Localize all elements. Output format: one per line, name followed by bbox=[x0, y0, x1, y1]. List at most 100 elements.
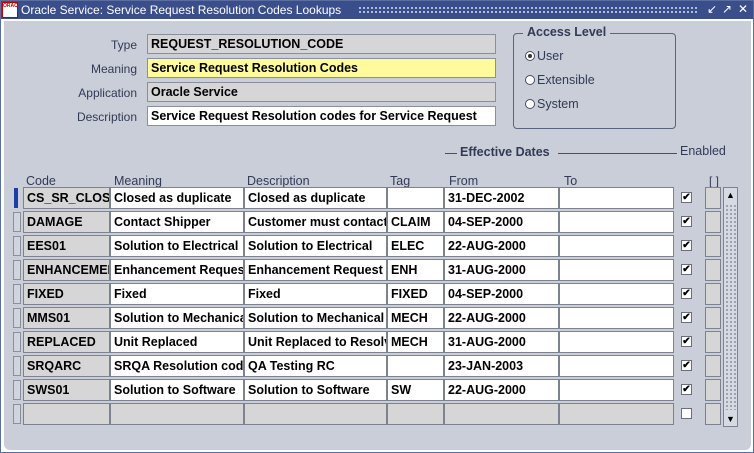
descriptive-flexfield[interactable] bbox=[705, 355, 721, 377]
tag-cell[interactable] bbox=[387, 403, 444, 425]
from-cell[interactable]: 23-JAN-2003 bbox=[444, 355, 559, 377]
meaning-cell[interactable]: Solution to Mechanical bbox=[110, 307, 244, 329]
to-cell[interactable] bbox=[559, 283, 674, 305]
minimize-icon[interactable]: ↙ bbox=[705, 2, 719, 17]
from-cell[interactable]: 04-SEP-2000 bbox=[444, 211, 559, 233]
meaning-cell[interactable] bbox=[110, 403, 244, 425]
code-cell[interactable]: SRQARC bbox=[23, 355, 110, 377]
code-cell[interactable]: FIXED bbox=[23, 283, 110, 305]
description-cell[interactable]: Solution to Electrical bbox=[244, 235, 387, 257]
meaning-cell[interactable]: Closed as duplicate bbox=[110, 187, 244, 209]
description-cell[interactable]: Solution to Mechanical bbox=[244, 307, 387, 329]
tag-cell[interactable]: CLAIM bbox=[387, 211, 444, 233]
meaning-cell[interactable]: Solution to Software bbox=[110, 379, 244, 401]
meaning-cell[interactable]: Contact Shipper bbox=[110, 211, 244, 233]
table-row[interactable]: CS_SR_CLOSEDClosed as duplicateClosed as… bbox=[4, 187, 744, 209]
table-row[interactable]: SWS01 Solution to Software Solution to Sof… bbox=[4, 379, 744, 401]
scroll-thumb[interactable] bbox=[725, 204, 736, 410]
to-cell[interactable] bbox=[559, 235, 674, 257]
description-cell[interactable]: Enhancement Request bbox=[244, 259, 387, 281]
descriptive-flexfield[interactable] bbox=[705, 283, 721, 305]
descriptive-flexfield[interactable] bbox=[705, 403, 721, 425]
row-selector[interactable] bbox=[14, 188, 18, 208]
descriptive-flexfield[interactable] bbox=[705, 379, 721, 401]
from-cell[interactable]: 04-SEP-2000 bbox=[444, 283, 559, 305]
application-field[interactable]: Oracle Service bbox=[147, 82, 496, 102]
row-selector[interactable] bbox=[13, 308, 21, 328]
tag-cell[interactable]: ENH bbox=[387, 259, 444, 281]
to-cell[interactable] bbox=[559, 331, 674, 353]
description-cell[interactable]: Customer must contact shipper bbox=[244, 211, 387, 233]
description-cell[interactable]: QA Testing RC bbox=[244, 355, 387, 377]
row-selector[interactable] bbox=[13, 212, 21, 232]
enabled-checkbox[interactable] bbox=[681, 408, 692, 419]
table-row[interactable]: FIXED Fixed Fixed FIXED 04-SEP-2000 ✔ bbox=[4, 283, 744, 305]
from-cell[interactable]: 22-AUG-2000 bbox=[444, 235, 559, 257]
meaning-cell[interactable]: Solution to Electrical bbox=[110, 235, 244, 257]
tag-cell[interactable]: MECH bbox=[387, 331, 444, 353]
table-row[interactable] bbox=[4, 403, 744, 425]
enabled-checkbox[interactable]: ✔ bbox=[681, 336, 692, 347]
enabled-checkbox[interactable]: ✔ bbox=[681, 216, 692, 227]
enabled-checkbox[interactable]: ✔ bbox=[681, 360, 692, 371]
description-cell[interactable]: Unit Replaced to Resolve bbox=[244, 331, 387, 353]
descriptive-flexfield[interactable] bbox=[705, 307, 721, 329]
code-cell[interactable] bbox=[23, 403, 110, 425]
row-selector[interactable] bbox=[13, 332, 21, 352]
to-cell[interactable] bbox=[559, 211, 674, 233]
to-cell[interactable] bbox=[559, 355, 674, 377]
tag-cell[interactable]: FIXED bbox=[387, 283, 444, 305]
to-cell[interactable] bbox=[559, 379, 674, 401]
table-row[interactable]: MMS01 Solution to Mechanical Solution to M… bbox=[4, 307, 744, 329]
tag-cell[interactable]: SW bbox=[387, 379, 444, 401]
tag-cell[interactable] bbox=[387, 355, 444, 377]
access-user-radio[interactable]: User bbox=[525, 49, 563, 65]
access-extensible-radio[interactable]: Extensible bbox=[525, 73, 595, 89]
description-cell[interactable] bbox=[244, 403, 387, 425]
code-cell[interactable]: ENHANCEMENT bbox=[23, 259, 110, 281]
table-row[interactable]: DAMAGE Contact Shipper Customer must conta… bbox=[4, 211, 744, 233]
from-cell[interactable]: 22-AUG-2000 bbox=[444, 379, 559, 401]
type-field[interactable]: REQUEST_RESOLUTION_CODE bbox=[147, 34, 496, 54]
scroll-up-icon[interactable]: ▲ bbox=[724, 188, 737, 202]
description-cell[interactable]: Fixed bbox=[244, 283, 387, 305]
table-row[interactable]: REPLACED Unit Replaced Unit Replaced to Re… bbox=[4, 331, 744, 353]
description-cell[interactable]: Solution to Software bbox=[244, 379, 387, 401]
code-cell[interactable]: DAMAGE bbox=[23, 211, 110, 233]
from-cell[interactable]: 31-DEC-2002 bbox=[444, 187, 559, 209]
meaning-cell[interactable]: Fixed bbox=[110, 283, 244, 305]
descriptive-flexfield[interactable] bbox=[705, 331, 721, 353]
row-selector[interactable] bbox=[13, 404, 21, 424]
table-row[interactable]: SRQARC SRQA Resolution code QA Testing RC 2… bbox=[4, 355, 744, 377]
from-cell[interactable]: 31-AUG-2000 bbox=[444, 259, 559, 281]
title-bar[interactable]: ORACLE Oracle Service: Service Request R… bbox=[1, 1, 753, 19]
tag-cell[interactable]: ELEC bbox=[387, 235, 444, 257]
enabled-checkbox[interactable]: ✔ bbox=[681, 192, 692, 203]
to-cell[interactable] bbox=[559, 307, 674, 329]
to-cell[interactable] bbox=[559, 403, 674, 425]
meaning-cell[interactable]: Enhancement Request bbox=[110, 259, 244, 281]
descriptive-flexfield[interactable] bbox=[705, 259, 721, 281]
code-cell[interactable]: MMS01 bbox=[23, 307, 110, 329]
code-cell[interactable]: CS_SR_CLOSED bbox=[23, 187, 110, 209]
enabled-checkbox[interactable]: ✔ bbox=[681, 384, 692, 395]
to-cell[interactable] bbox=[559, 187, 674, 209]
enabled-checkbox[interactable]: ✔ bbox=[681, 288, 692, 299]
row-selector[interactable] bbox=[13, 236, 21, 256]
code-cell[interactable]: SWS01 bbox=[23, 379, 110, 401]
descriptive-flexfield[interactable] bbox=[705, 211, 721, 233]
to-cell[interactable] bbox=[559, 259, 674, 281]
enabled-checkbox[interactable]: ✔ bbox=[681, 312, 692, 323]
meaning-field[interactable]: Service Request Resolution Codes bbox=[147, 58, 496, 78]
from-cell[interactable]: 22-AUG-2000 bbox=[444, 307, 559, 329]
from-cell[interactable] bbox=[444, 403, 559, 425]
table-row[interactable]: EES01 Solution to Electrical Solution to E… bbox=[4, 235, 744, 257]
table-row[interactable]: ENHANCEMENTEnhancement RequestEnhancemen… bbox=[4, 259, 744, 281]
maximize-icon[interactable]: ↗ bbox=[720, 2, 734, 17]
code-cell[interactable]: REPLACED bbox=[23, 331, 110, 353]
descriptive-flexfield[interactable] bbox=[705, 235, 721, 257]
tag-cell[interactable] bbox=[387, 187, 444, 209]
vertical-scrollbar[interactable]: ▲ ▼ bbox=[723, 187, 738, 427]
row-selector[interactable] bbox=[13, 260, 21, 280]
row-selector[interactable] bbox=[13, 356, 21, 376]
